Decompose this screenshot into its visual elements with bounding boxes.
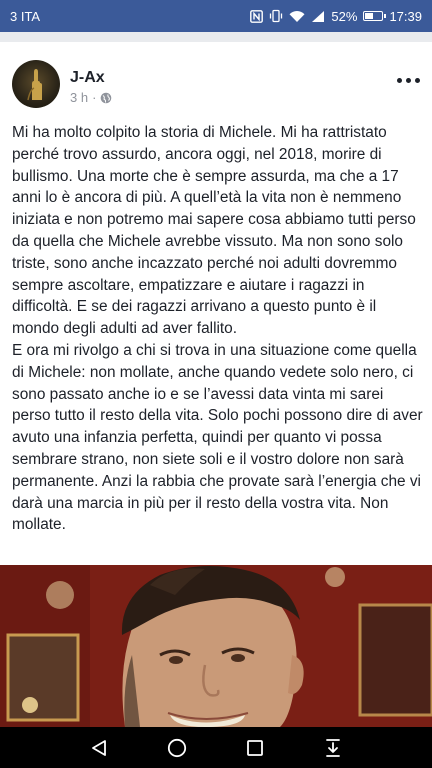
feed-separator [0,32,432,42]
nfc-icon [250,9,264,23]
globe-icon [100,92,112,104]
battery-percent: 52% [331,8,358,24]
dot-icon [405,77,411,83]
status-icons: 52% 17:39 [250,9,422,24]
carrier-label: 3 ITA [10,8,41,24]
post-meta: 3 h · [70,90,112,105]
post-paragraph-1: Mi ha molto colpito la storia di Michele… [12,124,416,338]
notification-drawer-icon[interactable] [319,734,347,762]
post-timestamp[interactable]: 3 h [70,90,88,105]
dot-icon [396,77,402,83]
post-photo[interactable] [0,565,432,727]
back-icon[interactable] [85,734,113,762]
battery-level [365,13,374,19]
post-body: Mi ha molto colpito la storia di Michele… [12,122,424,536]
clock: 17:39 [389,8,422,24]
more-options-button[interactable] [396,74,420,86]
post-paragraph-2: E ora mi rivolgo a chi si trova in una s… [12,341,423,534]
meta-separator: · [92,90,97,105]
home-icon[interactable] [163,734,191,762]
avatar[interactable] [12,60,60,108]
wifi-icon [289,10,305,23]
dot-icon [414,77,420,83]
battery-icon [363,11,387,21]
status-bar: 3 ITA 52% 17:39 [0,0,432,32]
navigation-bar [0,727,432,768]
signal-icon [311,10,325,23]
post-header: J-Ax 3 h · [0,42,432,118]
author-name[interactable]: J-Ax [70,69,105,87]
recents-icon[interactable] [241,734,269,762]
vibrate-icon [269,9,283,23]
